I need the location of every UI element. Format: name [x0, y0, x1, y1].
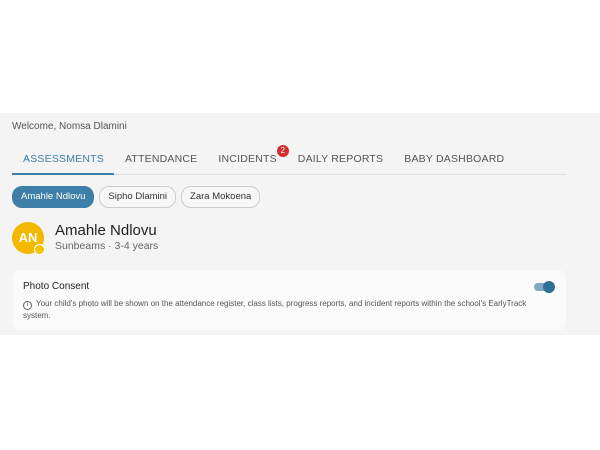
welcome-text: Welcome, Nomsa Dlamini — [12, 121, 127, 132]
child-chip[interactable]: Zara Mokoena — [181, 186, 261, 208]
photo-consent-card: Photo Consent i Your child's photo will b… — [13, 270, 566, 330]
tab-attendance[interactable]: ATTENDANCE — [114, 147, 207, 174]
consent-title: Photo Consent — [23, 281, 90, 292]
child-selector: Amahle Ndlovu Sipho Dlamini Zara Mokoena — [12, 186, 261, 208]
status-dot-icon — [34, 244, 45, 255]
avatar: AN — [12, 222, 45, 255]
child-name: Amahle Ndlovu — [55, 222, 157, 239]
tab-daily-reports[interactable]: DAILY REPORTS — [287, 147, 393, 174]
photo-consent-toggle[interactable] — [534, 281, 555, 293]
tab-label: INCIDENTS — [218, 153, 277, 165]
child-chip[interactable]: Sipho Dlamini — [99, 186, 177, 208]
avatar-initials: AN — [18, 230, 38, 245]
consent-description: Your child's photo will be shown on the … — [23, 299, 527, 320]
toggle-knob — [543, 281, 555, 293]
tab-incidents[interactable]: INCIDENTS 2 — [207, 145, 289, 174]
child-chip[interactable]: Amahle Ndlovu — [12, 186, 95, 208]
tab-assessments[interactable]: ASSESSMENTS — [12, 147, 114, 175]
info-icon: i — [23, 301, 32, 310]
tab-bar: ASSESSMENTS ATTENDANCE INCIDENTS 2 DAILY … — [12, 145, 566, 175]
main-panel: Welcome, Nomsa Dlamini ASSESSMENTS ATTEN… — [0, 113, 600, 335]
consent-description-row: i Your child's photo will be shown on the… — [23, 298, 543, 322]
child-class: Sunbeams · 3-4 years — [55, 240, 159, 252]
tab-baby-dashboard[interactable]: BABY DASHBOARD — [393, 147, 514, 174]
